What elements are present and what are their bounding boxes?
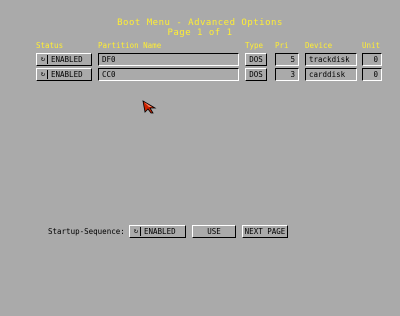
column-header-pri: Pri (275, 41, 289, 50)
type-button[interactable]: DOS (245, 53, 267, 66)
column-header-type: Type (245, 41, 264, 50)
type-value: DOS (249, 70, 263, 79)
type-value: DOS (249, 55, 263, 64)
column-header-device: Device (305, 41, 333, 50)
next-page-button-label: NEXT PAGE (244, 227, 286, 236)
partition-name-field[interactable]: DF0 (98, 53, 239, 66)
startup-sequence-cycle-button[interactable]: ↻ ENABLED (129, 225, 186, 238)
page-indicator: Page 1 of 1 (167, 28, 233, 38)
device-field[interactable]: trackdisk (305, 53, 357, 66)
use-button[interactable]: USE (192, 225, 236, 238)
device-field[interactable]: carddisk (305, 68, 357, 81)
unit-value: 0 (373, 70, 378, 79)
column-header-partition-name: Partition Name (98, 41, 162, 50)
type-button[interactable]: DOS (245, 68, 267, 81)
partition-name-value: DF0 (102, 55, 116, 64)
startup-sequence-value: ENABLED (144, 227, 176, 236)
device-value: carddisk (309, 70, 346, 79)
use-button-label: USE (207, 227, 221, 236)
window-title: Boot Menu - Advanced Options (117, 18, 283, 28)
status-cycle-button[interactable]: ↻ ENABLED (36, 53, 92, 66)
table-row: ↻ ENABLED DF0 DOS 5 trackdisk 0 (0, 53, 400, 67)
cycle-icon: ↻ (132, 227, 141, 236)
priority-field[interactable]: 5 (275, 53, 299, 66)
device-value: trackdisk (309, 55, 350, 64)
cycle-icon: ↻ (39, 55, 48, 64)
table-row: ↻ ENABLED CC0 DOS 3 carddisk 0 (0, 68, 400, 82)
unit-field[interactable]: 0 (362, 53, 382, 66)
unit-field[interactable]: 0 (362, 68, 382, 81)
column-header-status: Status (36, 41, 64, 50)
status-value: ENABLED (51, 55, 83, 64)
cycle-icon: ↻ (39, 70, 48, 79)
next-page-button[interactable]: NEXT PAGE (242, 225, 288, 238)
partition-name-field[interactable]: CC0 (98, 68, 239, 81)
status-cycle-button[interactable]: ↻ ENABLED (36, 68, 92, 81)
partition-name-value: CC0 (102, 70, 116, 79)
column-header-unit: Unit (362, 41, 381, 50)
status-value: ENABLED (51, 70, 83, 79)
startup-sequence-label: Startup-Sequence: (48, 227, 125, 236)
mouse-pointer-icon (142, 100, 157, 114)
priority-value: 3 (290, 70, 295, 79)
unit-value: 0 (373, 55, 378, 64)
priority-field[interactable]: 3 (275, 68, 299, 81)
priority-value: 5 (290, 55, 295, 64)
